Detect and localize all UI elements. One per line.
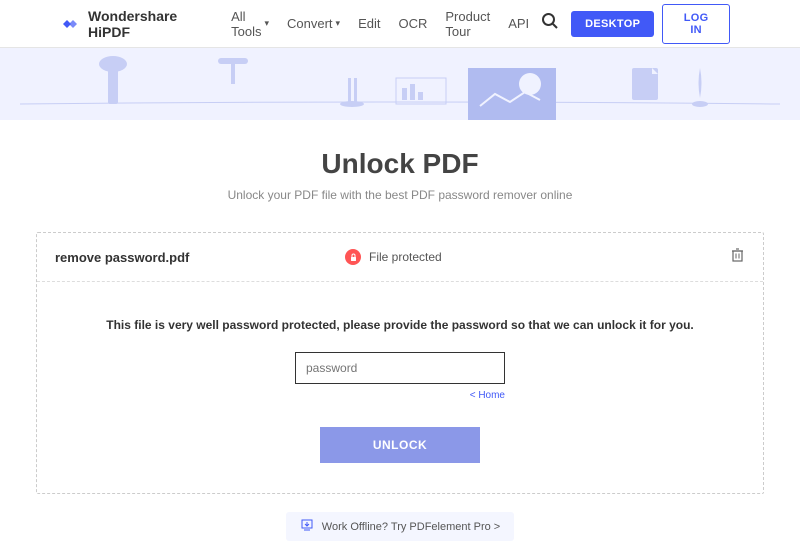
- chevron-down-icon: ▾: [336, 18, 341, 29]
- nav-product-tour[interactable]: Product Tour: [445, 9, 490, 39]
- nav-menu: All Tools▾ Convert▾ Edit OCR Product Tou…: [231, 9, 529, 39]
- brand-name: Wondershare HiPDF: [88, 8, 215, 40]
- offline-text: Work Offline? Try PDFelement Pro >: [322, 521, 500, 533]
- login-button[interactable]: LOG IN: [662, 4, 730, 44]
- offline-promo[interactable]: Work Offline? Try PDFelement Pro >: [286, 512, 514, 541]
- top-nav: Wondershare HiPDF All Tools▾ Convert▾ Ed…: [0, 0, 800, 48]
- trash-icon[interactable]: [730, 247, 745, 267]
- lock-icon: [345, 249, 361, 265]
- page-subtitle: Unlock your PDF file with the best PDF p…: [0, 188, 800, 202]
- file-status: File protected: [345, 249, 730, 265]
- file-header: remove password.pdf File protected: [37, 233, 763, 282]
- file-body: This file is very well password protecte…: [37, 282, 763, 493]
- status-label: File protected: [369, 250, 442, 264]
- nav-all-tools[interactable]: All Tools▾: [231, 9, 269, 39]
- unlock-button[interactable]: UNLOCK: [320, 427, 480, 463]
- password-input[interactable]: [295, 352, 505, 384]
- password-prompt: This file is very well password protecte…: [77, 318, 723, 332]
- main-content: Unlock PDF Unlock your PDF file with the…: [0, 120, 800, 541]
- brand-logo[interactable]: Wondershare HiPDF: [60, 8, 215, 40]
- nav-edit[interactable]: Edit: [358, 16, 380, 31]
- nav-convert[interactable]: Convert▾: [287, 16, 340, 31]
- file-name: remove password.pdf: [55, 250, 345, 265]
- page-title: Unlock PDF: [0, 148, 800, 180]
- file-panel: remove password.pdf File protected This …: [36, 232, 764, 494]
- desktop-button[interactable]: DESKTOP: [571, 11, 654, 37]
- home-link[interactable]: < Home: [295, 390, 505, 401]
- download-icon: [300, 518, 314, 535]
- nav-api[interactable]: API: [508, 16, 529, 31]
- hero-banner: [0, 48, 800, 120]
- search-icon[interactable]: [541, 12, 559, 35]
- nav-ocr[interactable]: OCR: [398, 16, 427, 31]
- chevron-down-icon: ▾: [264, 18, 269, 29]
- logo-icon: [60, 16, 82, 32]
